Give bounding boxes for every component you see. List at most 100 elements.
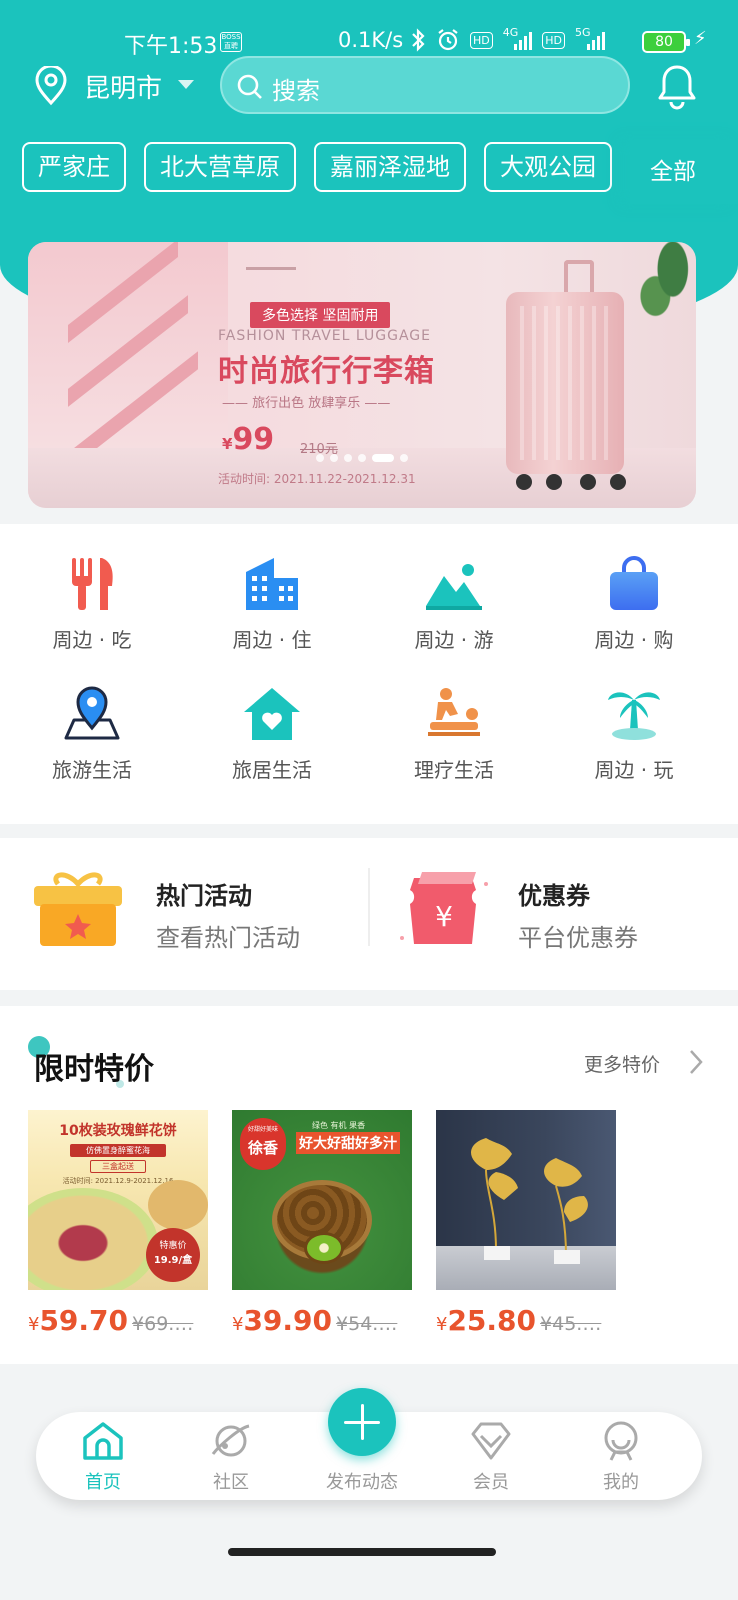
tag-daguan-park[interactable]: 大观公园 bbox=[484, 142, 612, 192]
search-input[interactable]: 搜索 bbox=[220, 56, 630, 114]
product-price: ¥39.90 ¥54.… bbox=[232, 1304, 412, 1337]
search-icon bbox=[237, 74, 262, 99]
map-pin-icon bbox=[64, 686, 120, 740]
nav-home[interactable]: 首页 bbox=[48, 1420, 158, 1494]
profile-icon bbox=[604, 1421, 638, 1461]
grid-label-eat: 周边 · 吃 bbox=[52, 628, 132, 652]
vip-diamond-icon bbox=[471, 1422, 511, 1460]
grid-item-tour[interactable]: 周边 · 游 bbox=[362, 554, 546, 653]
grid-label-tour: 周边 · 游 bbox=[414, 628, 494, 652]
grid-label-therapy-life: 理疗生活 bbox=[414, 758, 494, 782]
nav-member[interactable]: 会员 bbox=[436, 1420, 546, 1494]
product-subline: 仿佛置身醉蜜花海 bbox=[70, 1144, 166, 1157]
tag-jialize[interactable]: 嘉丽泽湿地 bbox=[314, 142, 466, 192]
kiwi-slice bbox=[304, 1232, 344, 1264]
product-price: ¥25.80 ¥45.… bbox=[436, 1304, 616, 1337]
promo-banner[interactable]: 多色选择 坚固耐用 FASHION TRAVEL LUGGAGE 时尚旅行行李箱… bbox=[28, 242, 696, 508]
banner-date: 活动时间: 2021.11.22-2021.12.31 bbox=[218, 472, 416, 486]
suitcase-wheel bbox=[546, 474, 562, 490]
flash-sale-title: 限时特价 bbox=[34, 1052, 154, 1087]
building-icon bbox=[246, 558, 298, 610]
price-current: 59.70 bbox=[39, 1304, 129, 1337]
palm-tree-icon bbox=[608, 692, 660, 740]
location-pin-icon[interactable] bbox=[34, 66, 68, 106]
suitcase-wheel bbox=[580, 474, 596, 490]
chevron-down-icon[interactable] bbox=[178, 80, 194, 89]
banner-currency: ¥ bbox=[222, 435, 233, 453]
price-original: ¥69.… bbox=[132, 1313, 194, 1335]
status-icons: HD 4G HD 5G bbox=[410, 25, 605, 52]
more-deals-link[interactable]: 更多特价 bbox=[584, 1050, 660, 1077]
grid-label-travel-life: 旅游生活 bbox=[52, 758, 132, 782]
nav-member-label: 会员 bbox=[473, 1472, 509, 1493]
city-selector[interactable]: 昆明市 bbox=[84, 68, 162, 105]
tag-beidaying[interactable]: 北大营草原 bbox=[144, 142, 296, 192]
banner-price-value: 99 bbox=[232, 422, 275, 457]
hd-icon: HD bbox=[470, 31, 493, 49]
carousel-dot[interactable] bbox=[400, 454, 408, 462]
hot-activity-card[interactable]: 热门活动 查看热门活动 bbox=[0, 838, 368, 990]
grid-label-stay: 周边 · 住 bbox=[232, 628, 312, 652]
grid-label-shop: 周边 · 购 bbox=[594, 628, 674, 652]
nav-community-label: 社区 bbox=[213, 1472, 249, 1493]
coupon-symbol: ¥ bbox=[435, 900, 453, 933]
carousel-dot[interactable] bbox=[358, 454, 366, 462]
grid-item-eat[interactable]: 周边 · 吃 bbox=[0, 554, 184, 653]
price-original: ¥54.… bbox=[336, 1313, 398, 1335]
home-icon bbox=[83, 1422, 123, 1460]
all-tags-button[interactable]: 全部 bbox=[630, 140, 738, 204]
grid-item-therapy-life[interactable]: 理疗生活 bbox=[362, 684, 546, 783]
carousel-dot[interactable] bbox=[316, 454, 324, 462]
product-image-flower-cake: 10枚装玫瑰鲜花饼 仿佛置身醉蜜花海 三盒起送 活动时间: 2021.12.9-… bbox=[28, 1110, 208, 1290]
coupon-card[interactable]: ¥ 优惠券 平台优惠券 bbox=[370, 838, 738, 990]
price-currency: ¥ bbox=[436, 1314, 448, 1335]
grid-item-shop[interactable]: 周边 · 购 bbox=[542, 554, 726, 653]
product-card-flower-cake[interactable]: 10枚装玫瑰鲜花饼 仿佛置身醉蜜花海 三盒起送 活动时间: 2021.12.9-… bbox=[28, 1110, 208, 1337]
carousel-dot[interactable] bbox=[330, 454, 338, 462]
nav-profile-label: 我的 bbox=[603, 1472, 639, 1493]
brand-badge: 好甜好美味 徐香 bbox=[240, 1118, 286, 1170]
product-card-gingko-decor[interactable]: ¥25.80 ¥45.… bbox=[436, 1110, 616, 1337]
gift-box-icon bbox=[34, 872, 122, 946]
suitcase-handle bbox=[564, 260, 594, 294]
promo-section: 热门活动 查看热门活动 ¥ 优惠券 平台优惠券 bbox=[0, 838, 738, 990]
network-speed: 0.1K/s bbox=[338, 28, 404, 52]
shopping-bag-icon bbox=[610, 556, 658, 610]
publish-label[interactable]: 发布动态 bbox=[306, 1468, 418, 1494]
suitcase-wheel bbox=[610, 474, 626, 490]
scenic-tags: 严家庄 北大营草原 嘉丽泽湿地 大观公园 bbox=[22, 142, 632, 194]
product-card-kiwi[interactable]: 好甜好美味 徐香 绿色 有机 果香 好大好甜好多汁 ¥39.90 ¥54.… bbox=[232, 1110, 412, 1337]
tag-yanjiazhuang[interactable]: 严家庄 bbox=[22, 142, 126, 192]
house-heart-icon bbox=[244, 688, 300, 740]
grid-item-play[interactable]: 周边 · 玩 bbox=[542, 684, 726, 783]
fork-knife-icon bbox=[72, 558, 113, 610]
banner-badge: 多色选择 坚固耐用 bbox=[250, 302, 391, 328]
search-placeholder: 搜索 bbox=[272, 77, 320, 105]
product-headline: 10枚装玫瑰鲜花饼 bbox=[59, 1123, 177, 1139]
category-grid: 周边 · 吃 周边 · 住 周边 · 游 周边 · 购 旅游生活 旅居生活 理疗… bbox=[0, 524, 738, 824]
carousel-dot[interactable] bbox=[344, 454, 352, 462]
network-type-2: 5G bbox=[575, 25, 591, 39]
carousel-dot[interactable] bbox=[372, 454, 394, 462]
network-type-1: 4G bbox=[502, 25, 519, 39]
grid-label-stay-life: 旅居生活 bbox=[232, 758, 312, 782]
hot-activity-subtitle: 查看热门活动 bbox=[156, 924, 300, 952]
grid-item-stay[interactable]: 周边 · 住 bbox=[180, 554, 364, 653]
product-headline: 好大好甜好多汁 bbox=[296, 1132, 400, 1154]
grid-item-stay-life[interactable]: 旅居生活 bbox=[180, 684, 364, 783]
carousel-dots[interactable] bbox=[316, 454, 408, 462]
publish-plus-button[interactable] bbox=[328, 1388, 396, 1456]
nav-community[interactable]: 社区 bbox=[176, 1420, 286, 1494]
grid-item-travel-life[interactable]: 旅游生活 bbox=[0, 684, 184, 783]
grid-label-play: 周边 · 玩 bbox=[594, 758, 674, 782]
banner-english: FASHION TRAVEL LUGGAGE bbox=[218, 328, 431, 344]
hd-icon-2: HD bbox=[542, 31, 566, 49]
product-image-kiwi: 好甜好美味 徐香 绿色 有机 果香 好大好甜好多汁 bbox=[232, 1110, 412, 1290]
bell-icon[interactable] bbox=[656, 62, 698, 110]
product-image-gingko-decor bbox=[436, 1110, 616, 1290]
price-currency: ¥ bbox=[232, 1314, 244, 1335]
nav-profile[interactable]: 我的 bbox=[566, 1420, 676, 1494]
product-price: ¥59.70 ¥69.… bbox=[28, 1304, 208, 1337]
coupon-ticket-icon: ¥ bbox=[400, 872, 488, 944]
chevron-right-icon[interactable] bbox=[688, 1048, 704, 1076]
